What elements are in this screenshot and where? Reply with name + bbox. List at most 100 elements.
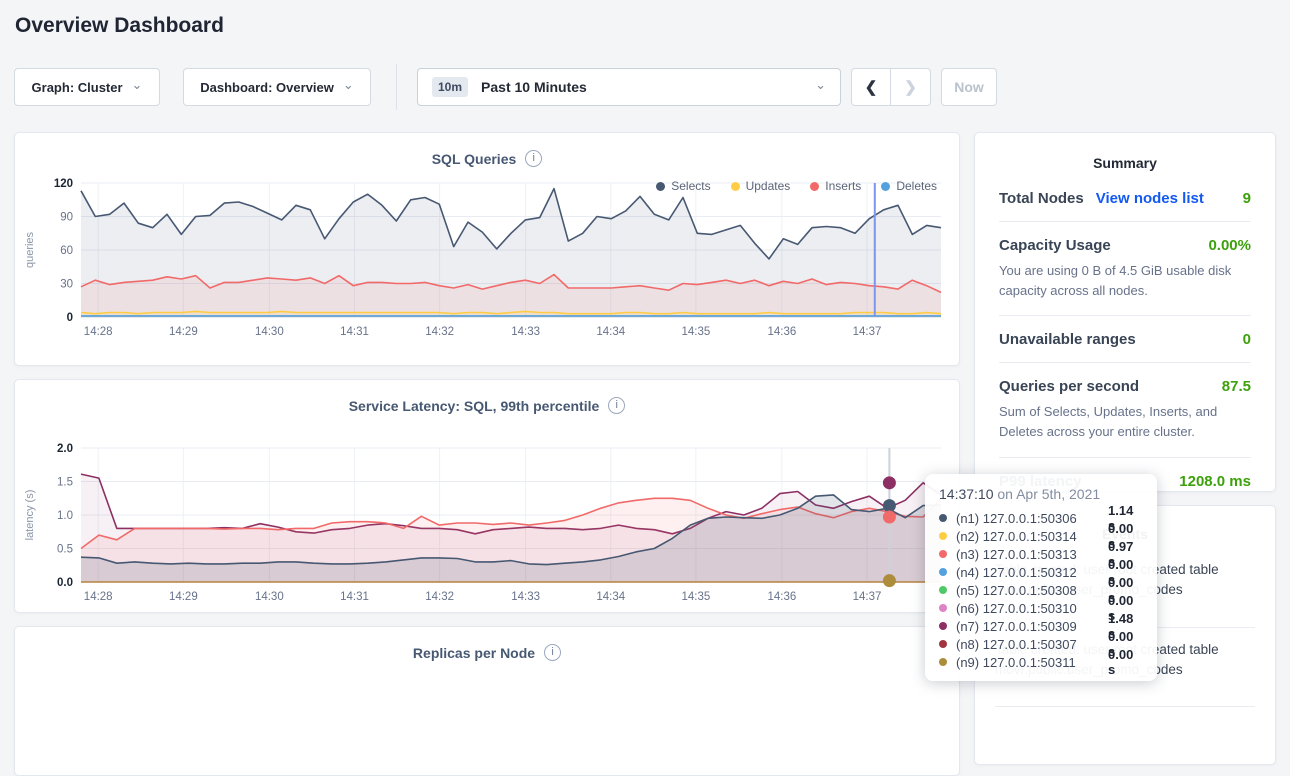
summary-rows: Total Nodes View nodes list 9 Capacity Usag… xyxy=(975,175,1275,504)
info-icon[interactable]: i xyxy=(544,644,561,661)
dashboard-dropdown[interactable]: Dashboard: Overview ⌄ xyxy=(183,68,371,106)
legend-label: Selects xyxy=(671,179,710,193)
legend-dot xyxy=(731,182,740,191)
svg-text:14:29: 14:29 xyxy=(169,591,198,603)
time-nav-group: ❮ ❯ xyxy=(851,68,931,106)
summary-item-value: 1208.0 ms xyxy=(1179,473,1251,490)
svg-text:queries: queries xyxy=(24,231,36,268)
time-range-label: Past 10 Minutes xyxy=(481,79,587,95)
svg-text:latency (s): latency (s) xyxy=(24,490,36,541)
svg-text:1.0: 1.0 xyxy=(57,510,73,522)
chart-hover-tooltip: 14:37:10 on Apr 5th, 2021 (n1) 127.0.0.1… xyxy=(925,474,1157,681)
time-range-badge: 10m xyxy=(432,77,468,97)
svg-text:0: 0 xyxy=(67,312,73,324)
chart-title: Replicas per Node xyxy=(413,645,535,661)
series-dot-icon xyxy=(939,514,947,522)
svg-text:14:36: 14:36 xyxy=(768,591,797,603)
info-icon[interactable]: i xyxy=(608,397,625,414)
time-prev-button[interactable]: ❮ xyxy=(851,68,891,106)
info-icon[interactable]: i xyxy=(525,150,542,167)
svg-text:14:34: 14:34 xyxy=(596,591,625,603)
service-latency-chart[interactable]: 14:2814:2914:3014:3114:3214:3314:3414:35… xyxy=(21,440,953,610)
tooltip-rows: (n1) 127.0.0.1:503061.14 s(n2) 127.0.0.1… xyxy=(939,509,1143,671)
chart-title: SQL Queries xyxy=(432,151,517,167)
summary-panel: Summary Total Nodes View nodes list 9 Capac… xyxy=(974,132,1276,492)
svg-text:14:36: 14:36 xyxy=(768,326,797,338)
chevron-down-icon: ⌄ xyxy=(132,81,143,89)
summary-item-value: 0 xyxy=(1243,331,1251,348)
time-now-button[interactable]: Now xyxy=(941,68,997,106)
tooltip-node-label: (n6) 127.0.0.1:50310 xyxy=(956,601,1108,616)
svg-text:60: 60 xyxy=(60,245,73,257)
svg-text:0.0: 0.0 xyxy=(57,577,73,589)
series-dot-icon xyxy=(939,640,947,648)
time-range-picker[interactable]: 10m Past 10 Minutes ⌄ xyxy=(417,68,841,106)
svg-text:14:37: 14:37 xyxy=(853,591,882,603)
svg-text:14:30: 14:30 xyxy=(255,591,284,603)
chart-title: Service Latency: SQL, 99th percentile xyxy=(349,398,600,414)
legend-item-updates[interactable]: Updates xyxy=(731,179,791,193)
svg-text:14:32: 14:32 xyxy=(425,591,454,603)
svg-text:30: 30 xyxy=(60,279,73,291)
replicas-per-node-chart-card: Replicas per Node i xyxy=(14,626,960,776)
toolbar-divider xyxy=(396,64,397,110)
legend-dot xyxy=(810,182,819,191)
tooltip-node-label: (n1) 127.0.0.1:50306 xyxy=(956,511,1108,526)
summary-item: Queries per second87.5Sum of Selects, Up… xyxy=(999,362,1251,456)
chart-legend: Selects Updates Inserts Deletes xyxy=(656,179,937,193)
tooltip-header: 14:37:10 on Apr 5th, 2021 xyxy=(939,486,1143,502)
series-dot-icon xyxy=(939,586,947,594)
view-nodes-list-link[interactable]: View nodes list xyxy=(1096,190,1204,207)
tooltip-node-label: (n9) 127.0.0.1:50311 xyxy=(956,655,1108,670)
svg-text:14:29: 14:29 xyxy=(169,326,198,338)
sql-queries-chart[interactable]: 14:2814:2914:3014:3114:3214:3314:3414:35… xyxy=(21,175,953,345)
svg-text:14:33: 14:33 xyxy=(511,591,540,603)
tooltip-node-label: (n7) 127.0.0.1:50309 xyxy=(956,619,1108,634)
series-dot-icon xyxy=(939,604,947,612)
series-dot-icon xyxy=(939,532,947,540)
overview-dashboard-page: { "page": { "title": "Overview Dashboard… xyxy=(0,0,1290,689)
svg-text:14:33: 14:33 xyxy=(511,326,540,338)
summary-item: Unavailable ranges 0 xyxy=(999,315,1251,362)
tooltip-time: 14:37:10 xyxy=(939,486,994,502)
tooltip-row: (n9) 127.0.0.1:503110.00 s xyxy=(939,653,1143,671)
summary-item-label: Unavailable ranges xyxy=(999,331,1136,348)
series-dot-icon xyxy=(939,568,947,576)
svg-text:120: 120 xyxy=(54,178,73,190)
tooltip-node-label: (n5) 127.0.0.1:50308 xyxy=(956,583,1108,598)
legend-dot xyxy=(656,182,665,191)
legend-item-deletes[interactable]: Deletes xyxy=(881,179,937,193)
sql-queries-chart-card: SQL Queries i Selects Updates Inserts Delet… xyxy=(14,132,960,366)
legend-item-selects[interactable]: Selects xyxy=(656,179,710,193)
summary-item-subtext: Sum of Selects, Updates, Inserts, and De… xyxy=(999,402,1251,442)
summary-item-label: Total Nodes xyxy=(999,190,1084,207)
summary-item: Capacity Usage0.00%You are using 0 B of … xyxy=(999,221,1251,315)
svg-text:14:31: 14:31 xyxy=(340,591,369,603)
summary-item-value: 87.5 xyxy=(1222,378,1251,395)
summary-item: Total Nodes View nodes list 9 xyxy=(999,175,1251,221)
summary-item-label: Capacity Usage xyxy=(999,237,1111,254)
svg-text:14:37: 14:37 xyxy=(853,326,882,338)
tooltip-node-label: (n2) 127.0.0.1:50314 xyxy=(956,529,1108,544)
page-title: Overview Dashboard xyxy=(15,14,224,38)
svg-text:90: 90 xyxy=(60,212,73,224)
legend-item-inserts[interactable]: Inserts xyxy=(810,179,861,193)
tooltip-node-label: (n8) 127.0.0.1:50307 xyxy=(956,637,1108,652)
svg-text:14:28: 14:28 xyxy=(84,591,113,603)
service-latency-chart-card: Service Latency: SQL, 99th percentile i … xyxy=(14,379,960,613)
summary-title: Summary xyxy=(975,133,1275,175)
tooltip-date: on Apr 5th, 2021 xyxy=(994,486,1101,502)
graph-dropdown-label: Graph: Cluster xyxy=(32,80,123,95)
tooltip-node-value: 0.00 s xyxy=(1108,647,1143,677)
svg-text:14:31: 14:31 xyxy=(340,326,369,338)
series-dot-icon xyxy=(939,658,947,666)
summary-item-value: 9 xyxy=(1243,190,1251,207)
time-next-button[interactable]: ❯ xyxy=(891,68,931,106)
dashboard-dropdown-label: Dashboard: Overview xyxy=(200,80,334,95)
svg-text:14:30: 14:30 xyxy=(255,326,284,338)
graph-dropdown[interactable]: Graph: Cluster ⌄ xyxy=(14,68,160,106)
chevron-down-icon: ⌄ xyxy=(343,81,354,89)
svg-text:14:32: 14:32 xyxy=(425,326,454,338)
series-dot-icon xyxy=(939,622,947,630)
summary-item-subtext: You are using 0 B of 4.5 GiB usable disk… xyxy=(999,261,1251,301)
